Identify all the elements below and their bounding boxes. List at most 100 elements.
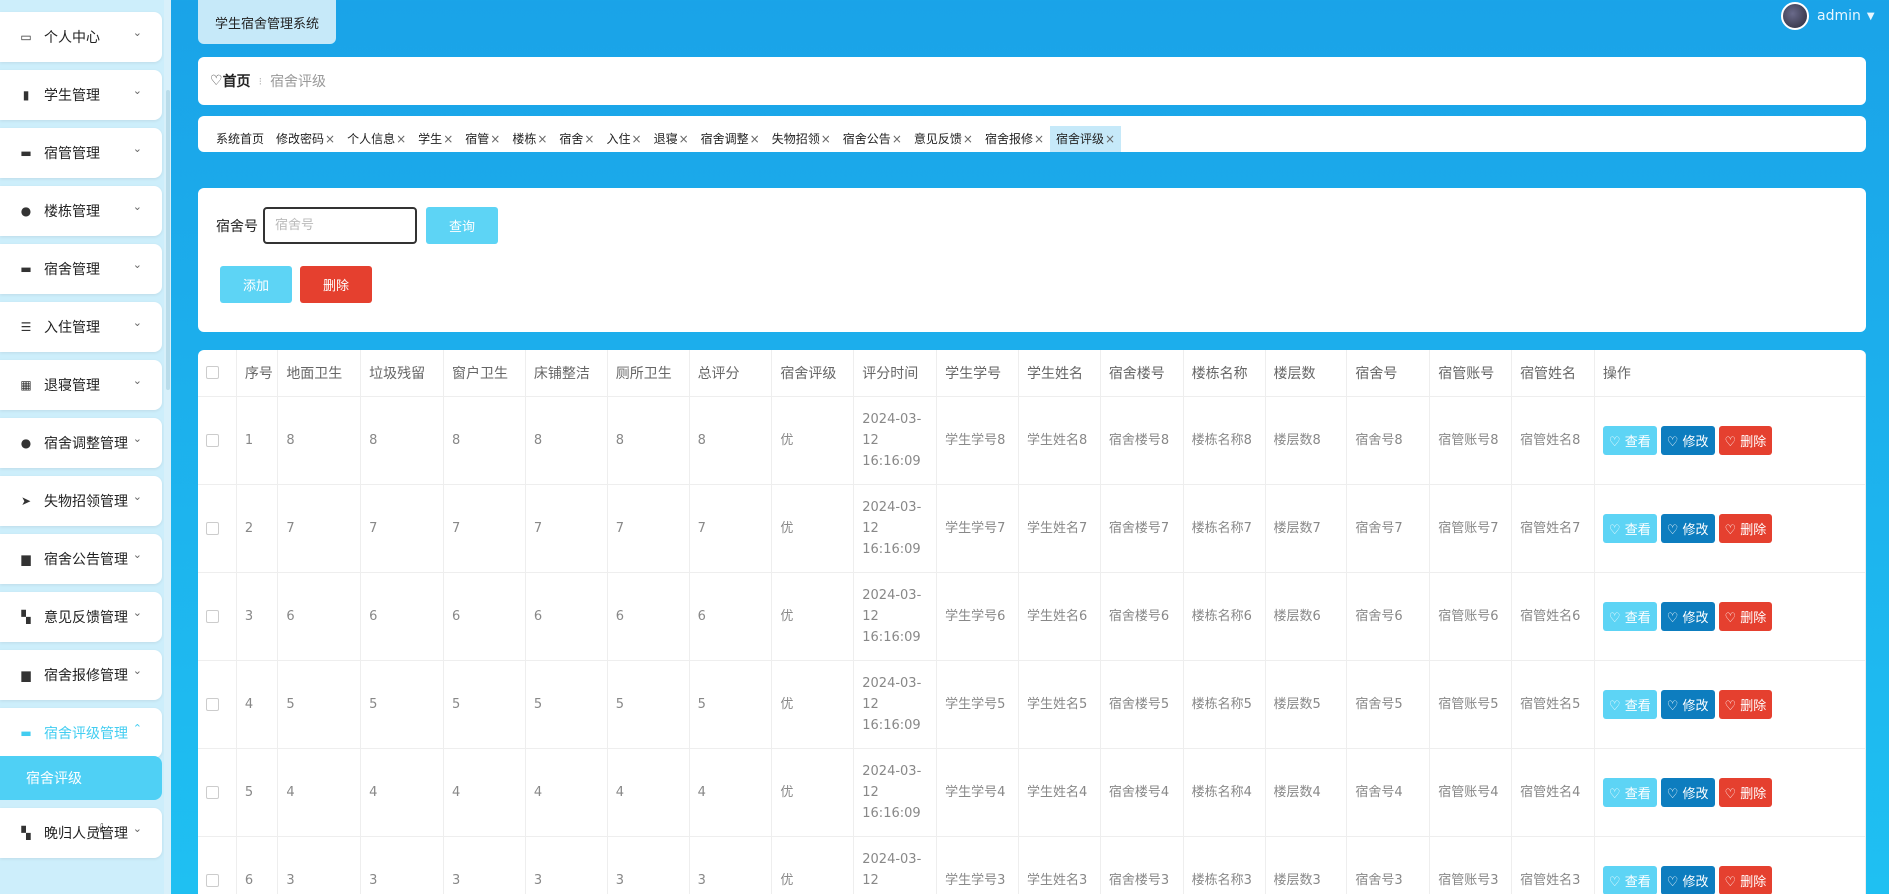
- close-icon[interactable]: ×: [396, 132, 406, 146]
- close-icon[interactable]: ×: [679, 132, 689, 146]
- chevron-down-icon[interactable]: ⌄: [133, 316, 142, 329]
- sidebar-item-2[interactable]: ▮ 学生管理 ⌄: [0, 70, 162, 120]
- sidebar-item-12[interactable]: ▆ 宿舍报修管理 ⌄: [0, 650, 162, 700]
- tab-15[interactable]: 宿舍评级×: [1050, 126, 1122, 152]
- row-checkbox[interactable]: [206, 609, 219, 623]
- sidebar-item-8[interactable]: ● 宿舍调整管理 ⌄: [0, 418, 162, 468]
- chevron-down-icon[interactable]: ⌄: [133, 374, 142, 387]
- row-checkbox[interactable]: [206, 785, 219, 799]
- tab-3[interactable]: 个人信息×: [341, 126, 412, 152]
- tab-1[interactable]: 系统首页: [210, 126, 270, 152]
- username[interactable]: admin: [1817, 8, 1861, 24]
- tab-5[interactable]: 宿管×: [459, 126, 506, 152]
- edit-button[interactable]: ♡ 修改: [1660, 513, 1715, 543]
- tab-12[interactable]: 宿舍公告×: [837, 126, 908, 152]
- close-icon[interactable]: ×: [490, 132, 500, 146]
- chevron-down-icon[interactable]: ⌄: [133, 200, 142, 213]
- chevron-down-icon[interactable]: ⌄: [133, 490, 142, 503]
- delete-button[interactable]: ♡ 删除: [1718, 513, 1773, 543]
- edit-button[interactable]: ♡ 修改: [1660, 865, 1715, 894]
- view-button[interactable]: ♡ 查看: [1602, 689, 1657, 719]
- delete-button[interactable]: ♡ 删除: [1718, 689, 1773, 719]
- sidebar-item-9[interactable]: ➤ 失物招领管理 ⌄: [0, 476, 162, 526]
- select-all-checkbox[interactable]: [198, 350, 237, 397]
- sidebar-item-14[interactable]: ▚ 晚归人员管理 ⌄: [0, 808, 162, 858]
- close-icon[interactable]: ×: [537, 132, 547, 146]
- tab-11[interactable]: 失物招领×: [766, 126, 837, 152]
- caret-down-icon[interactable]: ▼: [1867, 11, 1875, 22]
- close-icon[interactable]: ×: [963, 132, 973, 146]
- row-checkbox-cell[interactable]: [198, 396, 237, 485]
- row-checkbox-cell[interactable]: [198, 748, 237, 837]
- tab-10[interactable]: 宿舍调整×: [695, 126, 766, 152]
- view-button[interactable]: ♡ 查看: [1602, 425, 1657, 455]
- close-icon[interactable]: ×: [443, 132, 453, 146]
- tab-6[interactable]: 楼栋×: [506, 126, 553, 152]
- close-icon[interactable]: ×: [1105, 132, 1115, 146]
- chevron-down-icon[interactable]: ⌄: [133, 606, 142, 619]
- tab-4[interactable]: 学生×: [412, 126, 459, 152]
- chevron-down-icon[interactable]: ⌄: [133, 822, 142, 835]
- edit-button[interactable]: ♡ 修改: [1660, 425, 1715, 455]
- breadcrumb-home[interactable]: 首页: [223, 71, 251, 91]
- tab-14[interactable]: 宿舍报修×: [979, 126, 1050, 152]
- sidebar-item-5[interactable]: ▬ 宿舍管理 ⌄: [0, 244, 162, 294]
- chevron-down-icon[interactable]: ⌄: [133, 26, 142, 39]
- row-checkbox[interactable]: [206, 521, 219, 535]
- row-checkbox[interactable]: [206, 433, 219, 447]
- close-icon[interactable]: ×: [892, 132, 902, 146]
- search-input[interactable]: [263, 207, 417, 244]
- tab-2[interactable]: 修改密码×: [270, 126, 341, 152]
- chevron-down-icon[interactable]: ⌄: [133, 664, 142, 677]
- delete-button[interactable]: ♡ 删除: [1718, 777, 1773, 807]
- tab-9[interactable]: 退寝×: [648, 126, 695, 152]
- chevron-down-icon[interactable]: ⌄: [133, 548, 142, 561]
- close-icon[interactable]: ×: [632, 132, 642, 146]
- delete-button[interactable]: ♡ 删除: [1718, 601, 1773, 631]
- chevron-down-icon[interactable]: ⌄: [133, 84, 142, 97]
- row-checkbox-cell[interactable]: [198, 660, 237, 749]
- sidebar-item-13[interactable]: ▬ 宿舍评级管理 ⌃: [0, 708, 162, 758]
- view-button[interactable]: ♡ 查看: [1602, 865, 1657, 894]
- row-checkbox[interactable]: [206, 873, 219, 887]
- row-checkbox-cell[interactable]: [198, 484, 237, 573]
- sidebar-item-6[interactable]: ☰ 入住管理 ⌄: [0, 302, 162, 352]
- close-icon[interactable]: ×: [584, 132, 594, 146]
- avatar[interactable]: [1781, 2, 1809, 30]
- view-button[interactable]: ♡ 查看: [1602, 777, 1657, 807]
- row-checkbox-cell[interactable]: [198, 572, 237, 661]
- sidebar-item-4[interactable]: ● 楼栋管理 ⌄: [0, 186, 162, 236]
- sidebar-scrollbar-thumb[interactable]: [166, 90, 170, 390]
- tab-8[interactable]: 入住×: [600, 126, 647, 152]
- sidebar-subitem-active[interactable]: 宿舍评级: [0, 756, 162, 800]
- checkbox[interactable]: [206, 366, 219, 380]
- chevron-up-icon[interactable]: ⌃: [133, 722, 142, 735]
- edit-button[interactable]: ♡ 修改: [1660, 689, 1715, 719]
- edit-button[interactable]: ♡ 修改: [1660, 777, 1715, 807]
- close-icon[interactable]: ×: [750, 132, 760, 146]
- delete-button[interactable]: ♡ 删除: [1718, 425, 1773, 455]
- query-button[interactable]: 查询: [426, 207, 498, 244]
- view-button[interactable]: ♡ 查看: [1602, 601, 1657, 631]
- tab-13[interactable]: 意见反馈×: [908, 126, 979, 152]
- view-button[interactable]: ♡ 查看: [1602, 513, 1657, 543]
- user-menu[interactable]: admin ▼: [1781, 2, 1875, 30]
- chevron-down-icon[interactable]: ⌄: [133, 142, 142, 155]
- close-icon[interactable]: ×: [821, 132, 831, 146]
- sidebar-item-3[interactable]: ▬ 宿管管理 ⌄: [0, 128, 162, 178]
- row-checkbox-cell[interactable]: [198, 836, 237, 894]
- sidebar-item-10[interactable]: ▆ 宿舍公告管理 ⌄: [0, 534, 162, 584]
- close-icon[interactable]: ×: [325, 132, 335, 146]
- row-checkbox[interactable]: [206, 697, 219, 711]
- sidebar-item-1[interactable]: ▭ 个人中心 ⌄: [0, 12, 162, 62]
- sidebar-item-11[interactable]: ▚ 意见反馈管理 ⌄: [0, 592, 162, 642]
- sidebar-item-7[interactable]: ▦ 退寝管理 ⌄: [0, 360, 162, 410]
- batch-delete-button[interactable]: 删除: [300, 266, 372, 303]
- tab-7[interactable]: 宿舍×: [553, 126, 600, 152]
- edit-button[interactable]: ♡ 修改: [1660, 601, 1715, 631]
- chevron-down-icon[interactable]: ⌄: [133, 432, 142, 445]
- chevron-down-icon[interactable]: ⌄: [133, 258, 142, 271]
- delete-button[interactable]: ♡ 删除: [1718, 865, 1773, 894]
- close-icon[interactable]: ×: [1034, 132, 1044, 146]
- add-button[interactable]: 添加: [220, 266, 292, 303]
